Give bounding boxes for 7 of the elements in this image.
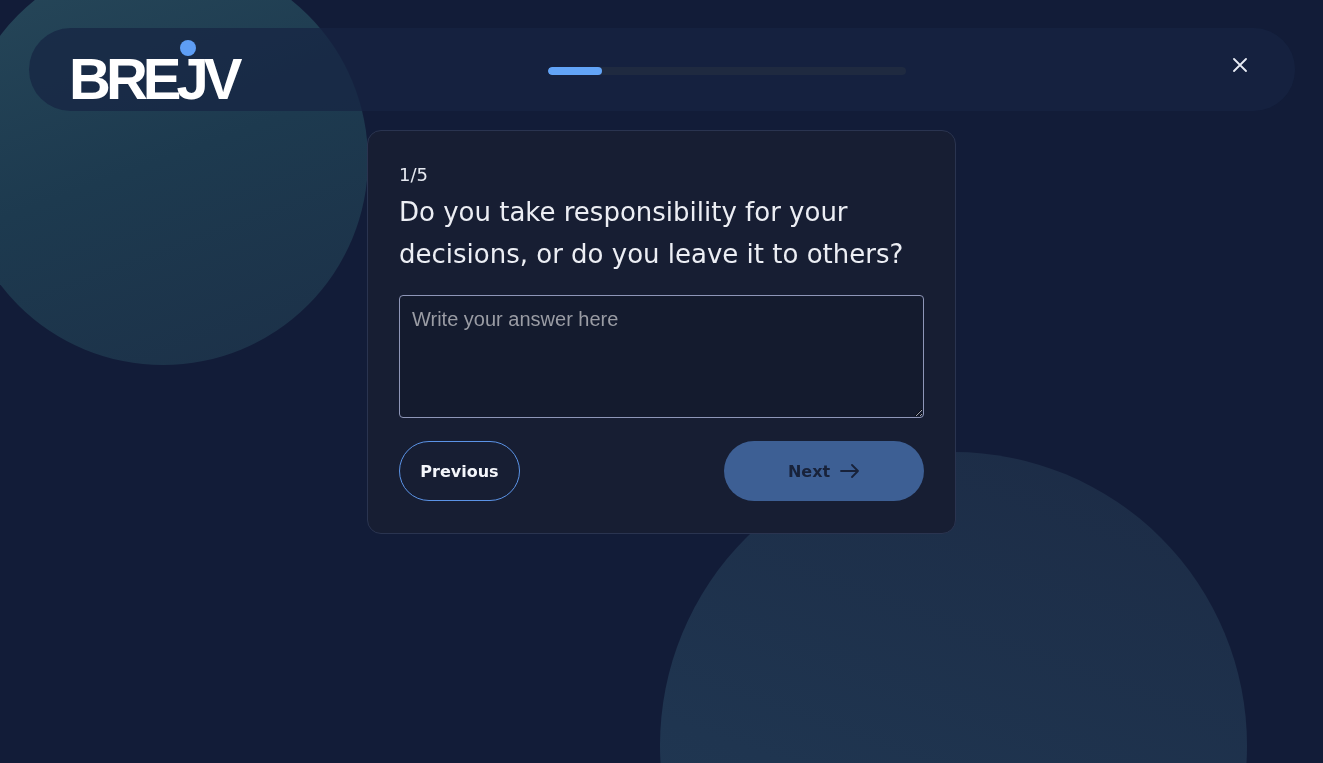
- question-text: Do you take responsibility for your decisions, or do you leave it to others?: [399, 196, 905, 271]
- dot-icon: [180, 39, 196, 56]
- answer-field[interactable]: Write your answer here: [399, 295, 924, 418]
- question-counter: 1/5: [399, 163, 429, 187]
- brand-logo: BREJV: [69, 55, 238, 102]
- arrow-right-icon: [840, 464, 861, 478]
- close-icon: [1233, 57, 1247, 72]
